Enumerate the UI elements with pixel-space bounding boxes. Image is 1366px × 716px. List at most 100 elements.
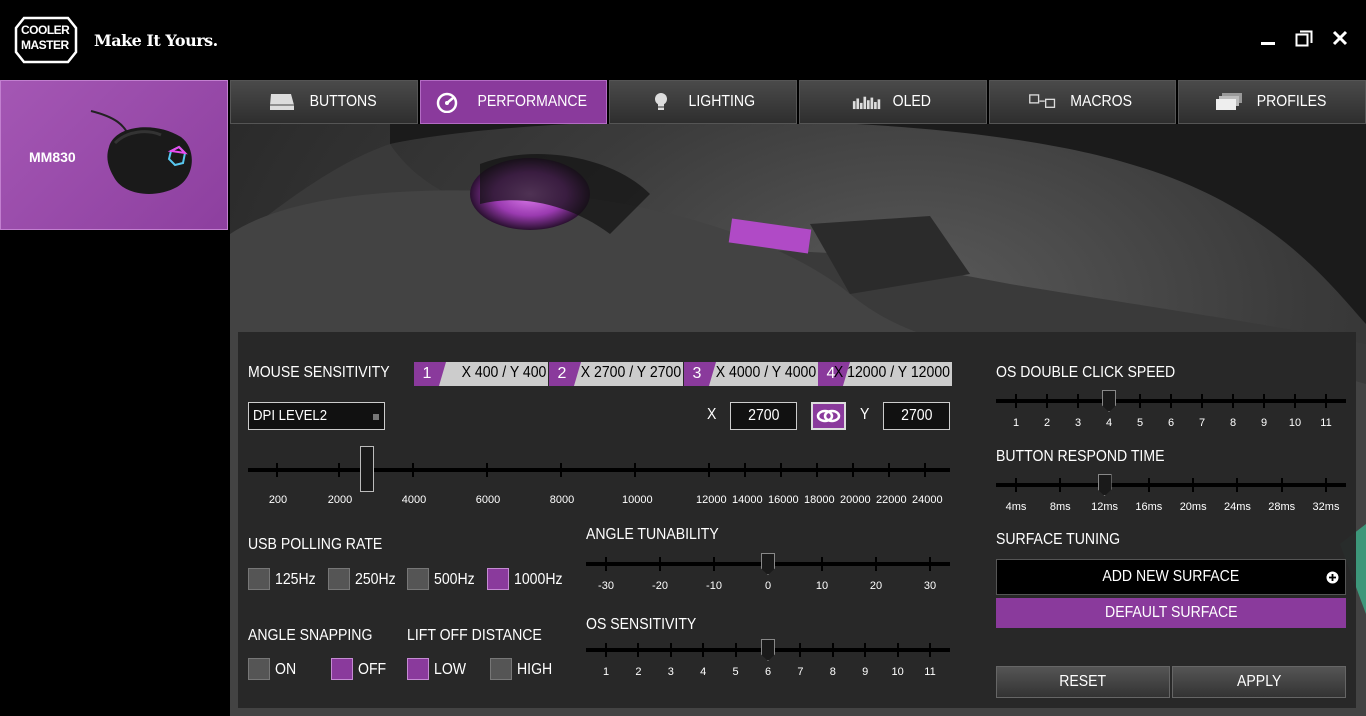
slider-tick-label: 10 [815,580,829,592]
apply-button[interactable]: APPLY [1172,666,1346,698]
slider-tick-label: 22000 [876,494,907,506]
lift-off-low-checkbox[interactable] [407,658,429,680]
polling-500-checkbox[interactable] [407,568,429,590]
close-icon[interactable] [1330,28,1352,50]
tagline: Make It Yours. [94,31,218,50]
dpi-level-3[interactable]: 3 X 4000 / Y 4000 [684,362,818,386]
slider-tick [486,463,488,477]
slider-tick-label: 6 [1167,417,1175,429]
dpi-level-1[interactable]: 1 X 400 / Y 400 [414,362,548,386]
slider-tick [929,643,931,657]
slider-tick [1192,478,1195,492]
os-sensitivity-slider[interactable]: 1 2 3 4 5 6 7 8 9 10 11 [586,639,950,692]
dpi-level-4[interactable]: 4 X 12000 / Y 12000 [818,362,952,386]
slider-tick [276,463,278,477]
button-respond-slider[interactable]: 4ms 8ms 12ms 16ms 20ms 24ms 28ms 32ms [996,474,1346,522]
keycap-icon [269,94,294,110]
device-card[interactable]: MM830 [0,80,228,230]
minimize-icon[interactable] [1258,28,1280,50]
gauge-icon [437,92,458,113]
slider-tick-label: 12ms [1091,501,1119,513]
lift-off-high-checkbox[interactable] [490,658,512,680]
polling-125-checkbox[interactable] [248,568,270,590]
slider-tick-label: 10 [891,666,904,678]
slider-thumb[interactable] [1097,474,1112,496]
tab-profiles[interactable]: PROFILES [1178,80,1366,124]
slider-tick [816,463,818,477]
mouse-image [90,110,192,194]
slider-tick-label: 16000 [768,494,799,506]
polling-500-label: 500Hz [434,571,475,588]
slider-tick-label: 20 [869,580,883,592]
angle-snapping-on-checkbox[interactable] [248,658,270,680]
polling-250-checkbox[interactable] [328,568,350,590]
slider-tick [412,463,414,477]
logo-text-top: COOLER [21,23,70,37]
slider-tick [708,463,710,477]
restore-icon[interactable] [1294,28,1316,50]
add-new-surface-label: ADD NEW SURFACE [1102,568,1240,585]
usb-polling-rate-label: USB POLLING RATE [248,536,383,553]
reset-button[interactable]: RESET [996,666,1170,698]
dpi-slider-handle[interactable] [360,446,374,492]
dpi-level-2[interactable]: 2 X 2700 / Y 2700 [549,362,683,386]
lift-off-high-label: HIGH [517,661,553,678]
slider-tick-label: 1 [602,666,610,678]
dpi-level-number: 3 [684,362,716,386]
slider-tick [338,463,340,477]
tab-label: PERFORMANCE [477,93,588,110]
tab-oled[interactable]: OLED [799,80,987,124]
slider-tick [702,643,705,657]
os-double-click-slider[interactable]: 1 2 3 4 5 6 7 8 9 10 11 [996,390,1346,438]
tab-performance[interactable]: PERFORMANCE [419,80,608,124]
slider-tick-label: 24000 [912,494,943,506]
default-surface-button[interactable]: DEFAULT SURFACE [996,598,1346,628]
angle-tunability-slider[interactable]: -30 -20 -10 0 10 20 30 [586,553,950,604]
mouse-sensitivity-label: MOUSE SENSITIVITY [248,364,390,381]
slider-thumb[interactable] [761,553,775,575]
dpi-slider[interactable]: 200 2000 4000 6000 8000 10000 12000 14000 16000 1… [248,446,950,506]
slider-tick-label: 4 [1105,417,1113,429]
link-xy-button[interactable] [811,402,846,430]
y-dpi-value: 2700 [900,407,933,424]
polling-1000-label: 1000Hz [514,571,563,588]
slider-tick-label: 2000 [327,494,353,506]
slider-thumb[interactable] [761,639,775,661]
tab-buttons[interactable]: BUTTONS [230,80,418,124]
slider-tick-label: 200 [268,494,288,506]
slider-tick-label: -10 [706,580,722,592]
slider-tick [924,463,926,477]
slider-tick [1263,394,1265,408]
y-dpi-input[interactable]: 2700 [883,402,950,430]
slider-tick [1280,478,1283,492]
slider-tick [637,643,640,657]
slider-tick-label: 30 [923,580,937,592]
lift-off-distance-label: LIFT OFF DISTANCE [407,627,542,644]
angle-snapping-off-checkbox[interactable] [331,658,353,680]
x-dpi-value: 2700 [747,407,780,424]
slider-tick [1201,394,1203,408]
polling-1000-checkbox[interactable] [487,568,509,590]
slider-track [996,483,1346,487]
slider-tick-label: 3 [1074,417,1082,429]
x-dpi-input[interactable]: 2700 [730,402,797,430]
button-respond-time-label: BUTTON RESPOND TIME [996,448,1165,465]
slider-tick-label: 28ms [1268,501,1296,513]
tab-macros[interactable]: MACROS [988,80,1177,124]
slider-tick [605,557,607,571]
y-label: Y [860,406,870,423]
slider-tick-label: 7 [797,666,804,678]
x-label: X [707,406,717,423]
slider-tick [1015,394,1017,408]
slider-tick [1325,478,1327,492]
slider-tick [634,463,636,477]
slider-tick-label: 4 [700,666,707,678]
slider-tick-label: 10 [1288,417,1302,429]
slider-tick-label: 10000 [622,494,653,506]
logo-text-bottom: MASTER [21,38,69,52]
slider-tick-label: 9 [1260,417,1268,429]
slider-thumb[interactable] [1102,390,1116,412]
tab-lighting[interactable]: LIGHTING [609,80,798,124]
dpi-level-select[interactable]: DPI LEVEL2 [248,402,385,430]
add-new-surface-button[interactable]: ADD NEW SURFACE [996,559,1346,595]
